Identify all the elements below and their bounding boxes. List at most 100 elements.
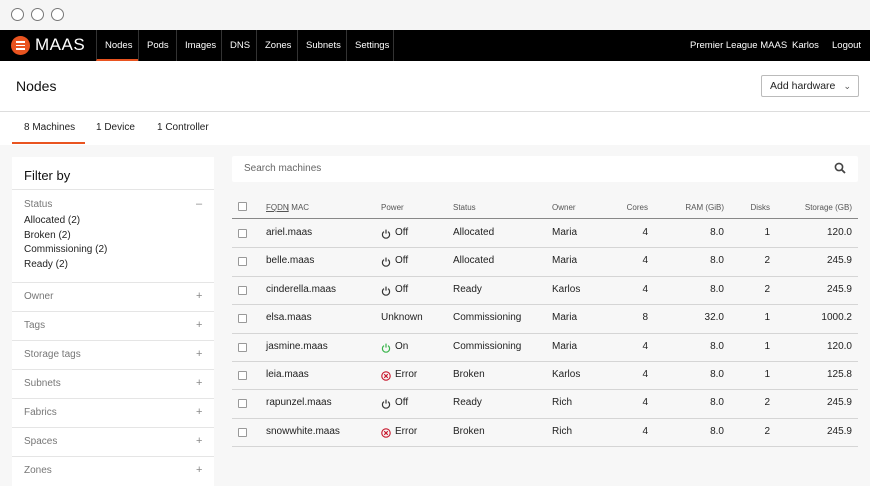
search-input[interactable]: Search machines (232, 156, 858, 182)
machine-fqdn-link[interactable]: jasmine.maas (266, 341, 328, 352)
machine-disks: 1 (764, 340, 770, 352)
filter-option-ready[interactable]: Ready (2) (24, 259, 68, 270)
window-close-button[interactable] (11, 8, 24, 21)
filter-title: Filter by (24, 168, 71, 183)
filter-divider (12, 456, 214, 457)
machine-fqdn-link[interactable]: snowwhite.maas (266, 426, 340, 437)
header-divider (0, 111, 870, 112)
table-row-divider (232, 418, 858, 419)
filter-group-spaces[interactable]: Spaces (24, 436, 57, 447)
search-icon[interactable] (834, 162, 846, 174)
filter-option-commissioning[interactable]: Commissioning (2) (24, 244, 107, 255)
machine-fqdn-link[interactable]: rapunzel.maas (266, 397, 332, 408)
machine-fqdn-link[interactable]: cinderella.maas (266, 284, 336, 295)
nav-item-zones[interactable]: Zones (256, 30, 297, 61)
machine-disks: 2 (764, 425, 770, 437)
filter-group-tags[interactable]: Tags (24, 320, 45, 331)
expand-icon[interactable]: + (196, 377, 202, 389)
power-state[interactable]: Error (395, 369, 417, 380)
filter-group-storage-tags[interactable]: Storage tags (24, 349, 81, 360)
power-state[interactable]: On (395, 341, 408, 352)
column-header-fqdn[interactable]: FQDN (266, 203, 289, 212)
filter-divider (12, 398, 214, 399)
logout-link[interactable]: Logout (832, 30, 861, 61)
filter-divider (12, 311, 214, 312)
filter-group-status[interactable]: Status (24, 199, 52, 210)
machine-ram: 8.0 (710, 227, 724, 238)
machine-fqdn-link[interactable]: leia.maas (266, 369, 309, 380)
tab-controllers[interactable]: 1 Controller (157, 122, 209, 133)
machine-storage: 120.0 (826, 340, 852, 352)
power-state[interactable]: Off (395, 255, 408, 266)
tab-devices[interactable]: 1 Device (96, 122, 135, 133)
window-minimize-button[interactable] (31, 8, 44, 21)
window-maximize-button[interactable] (51, 8, 64, 21)
filter-option-allocated[interactable]: Allocated (2) (24, 215, 80, 226)
table-header-divider (232, 218, 858, 219)
column-header-ram[interactable]: RAM (GiB) (674, 203, 724, 212)
machine-fqdn-link[interactable]: elsa.maas (266, 312, 312, 323)
expand-icon[interactable]: + (196, 348, 202, 360)
machine-fqdn-link[interactable]: ariel.maas (266, 227, 312, 238)
filter-group-fabrics[interactable]: Fabrics (24, 407, 57, 418)
column-header-cores[interactable]: Cores (618, 203, 648, 212)
machine-ram: 8.0 (710, 425, 724, 437)
column-header-owner[interactable]: Owner (552, 203, 576, 212)
column-header-storage[interactable]: Storage (GB) (792, 203, 852, 212)
power-state[interactable]: Off (395, 397, 408, 408)
row-checkbox[interactable] (238, 371, 247, 380)
nav-item-subnets[interactable]: Subnets (297, 30, 346, 61)
expand-icon[interactable]: + (196, 406, 202, 418)
power-state[interactable]: Off (395, 227, 408, 238)
power-state[interactable]: Off (395, 284, 408, 295)
filter-option-broken[interactable]: Broken (2) (24, 230, 71, 241)
row-checkbox[interactable] (238, 229, 247, 238)
row-checkbox[interactable] (238, 399, 247, 409)
filter-group-zones[interactable]: Zones (24, 465, 52, 476)
row-checkbox[interactable] (238, 314, 247, 324)
machine-cores: 4 (642, 255, 648, 267)
nav-item-nodes[interactable]: Nodes (96, 30, 138, 61)
column-header-disks[interactable]: Disks (740, 203, 770, 212)
machine-status: Broken (453, 425, 485, 437)
power-icon (381, 257, 391, 268)
column-header-power[interactable]: Power (381, 203, 404, 212)
org-name-link[interactable]: Premier League MAAS (690, 30, 787, 61)
expand-icon[interactable]: + (196, 290, 202, 302)
machine-fqdn-link[interactable]: belle.maas (266, 255, 314, 266)
tab-machines[interactable]: 8 Machines (24, 122, 75, 133)
machine-cores: 4 (642, 425, 648, 437)
nav-item-pods[interactable]: Pods (138, 30, 176, 61)
active-tab-indicator (12, 142, 85, 144)
power-state[interactable]: Error (395, 426, 417, 437)
machine-disks: 2 (764, 283, 770, 295)
filter-group-owner[interactable]: Owner (24, 291, 53, 302)
expand-icon[interactable]: + (196, 435, 202, 447)
filter-group-subnets[interactable]: Subnets (24, 378, 61, 389)
expand-icon[interactable]: + (196, 464, 202, 476)
collapse-icon[interactable]: – (196, 198, 202, 210)
brand-name[interactable]: MAAS (35, 35, 85, 55)
select-all-checkbox[interactable] (238, 202, 247, 211)
nav-item-images[interactable]: Images (176, 30, 221, 61)
filter-divider (12, 369, 214, 370)
user-menu-link[interactable]: Karlos (792, 30, 819, 61)
power-state[interactable]: Unknown (381, 312, 423, 323)
column-header-status[interactable]: Status (453, 203, 476, 212)
error-icon (381, 371, 391, 381)
nav-item-dns[interactable]: DNS (221, 30, 256, 61)
column-header-mac[interactable]: | MAC (287, 203, 309, 212)
add-hardware-button[interactable]: Add hardware ⌄ (761, 75, 859, 97)
machine-storage: 1000.2 (821, 312, 852, 324)
nav-item-settings[interactable]: Settings (346, 30, 394, 61)
maas-logo-icon[interactable] (11, 36, 30, 55)
row-checkbox[interactable] (238, 427, 247, 437)
expand-icon[interactable]: + (196, 319, 202, 331)
machine-cores: 4 (642, 340, 648, 352)
page-title: Nodes (16, 78, 57, 94)
row-checkbox[interactable] (238, 342, 247, 352)
machine-status: Broken (453, 369, 485, 380)
row-checkbox[interactable] (238, 285, 247, 295)
row-checkbox[interactable] (238, 257, 247, 267)
filter-divider (12, 282, 214, 283)
